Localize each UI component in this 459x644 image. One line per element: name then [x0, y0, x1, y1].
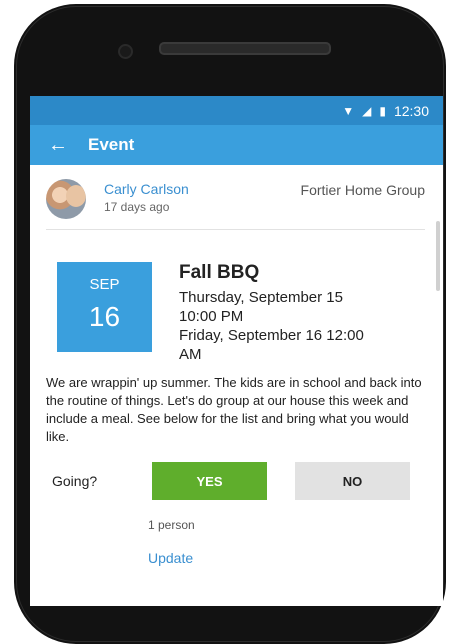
date-month: SEP	[89, 276, 120, 293]
status-bar: ▼ ◢ ▮ 12:30	[30, 96, 443, 125]
rsvp-row: Going? YES NO	[46, 462, 425, 500]
phone-screen: ▼ ◢ ▮ 12:30 ← Event Carly Carlson 17 day…	[30, 96, 443, 606]
end-time: AM	[179, 346, 202, 363]
no-button[interactable]: NO	[295, 462, 410, 500]
start-date: Thursday, September 15	[179, 289, 343, 306]
start-time: 10:00 PM	[179, 308, 244, 325]
end-date: Friday, September 16 12:00	[179, 327, 364, 344]
event-description: We are wrappin' up summer. The kids are …	[46, 375, 422, 444]
event-info: Fall BBQ Thursday, September 15 10:00 PM…	[179, 262, 364, 364]
date-badge: SEP 16	[57, 262, 152, 352]
back-arrow-icon[interactable]: ←	[36, 134, 80, 157]
yes-button[interactable]: YES	[152, 462, 267, 500]
date-day: 16	[88, 301, 121, 332]
battery-icon: ▮	[379, 103, 386, 118]
poster-row: Carly Carlson 17 days ago Fortier Home G…	[46, 165, 425, 230]
poster-text: Carly Carlson 17 days ago	[104, 179, 301, 214]
event-content: Carly Carlson 17 days ago Fortier Home G…	[30, 165, 443, 566]
status-time: 12:30	[393, 102, 429, 119]
wifi-icon: ▼	[342, 103, 355, 118]
poster-name[interactable]: Carly Carlson	[104, 181, 301, 197]
event-title: Fall BBQ	[179, 262, 260, 283]
going-label: Going?	[52, 473, 98, 489]
attendee-count: 1 person	[148, 518, 195, 532]
update-link[interactable]: Update	[148, 550, 425, 566]
earpiece-speaker	[159, 42, 331, 55]
signal-icon: ◢	[362, 103, 372, 118]
event-header: SEP 16 Fall BBQ Thursday, September 15 1…	[46, 262, 425, 364]
front-camera	[118, 44, 133, 59]
scrollbar[interactable]	[436, 221, 440, 291]
group-name[interactable]: Fortier Home Group	[301, 182, 425, 198]
app-bar: ← Event	[30, 125, 443, 165]
avatar[interactable]	[46, 179, 86, 219]
page-title: Event	[88, 135, 135, 154]
poster-time: 17 days ago	[104, 200, 170, 214]
